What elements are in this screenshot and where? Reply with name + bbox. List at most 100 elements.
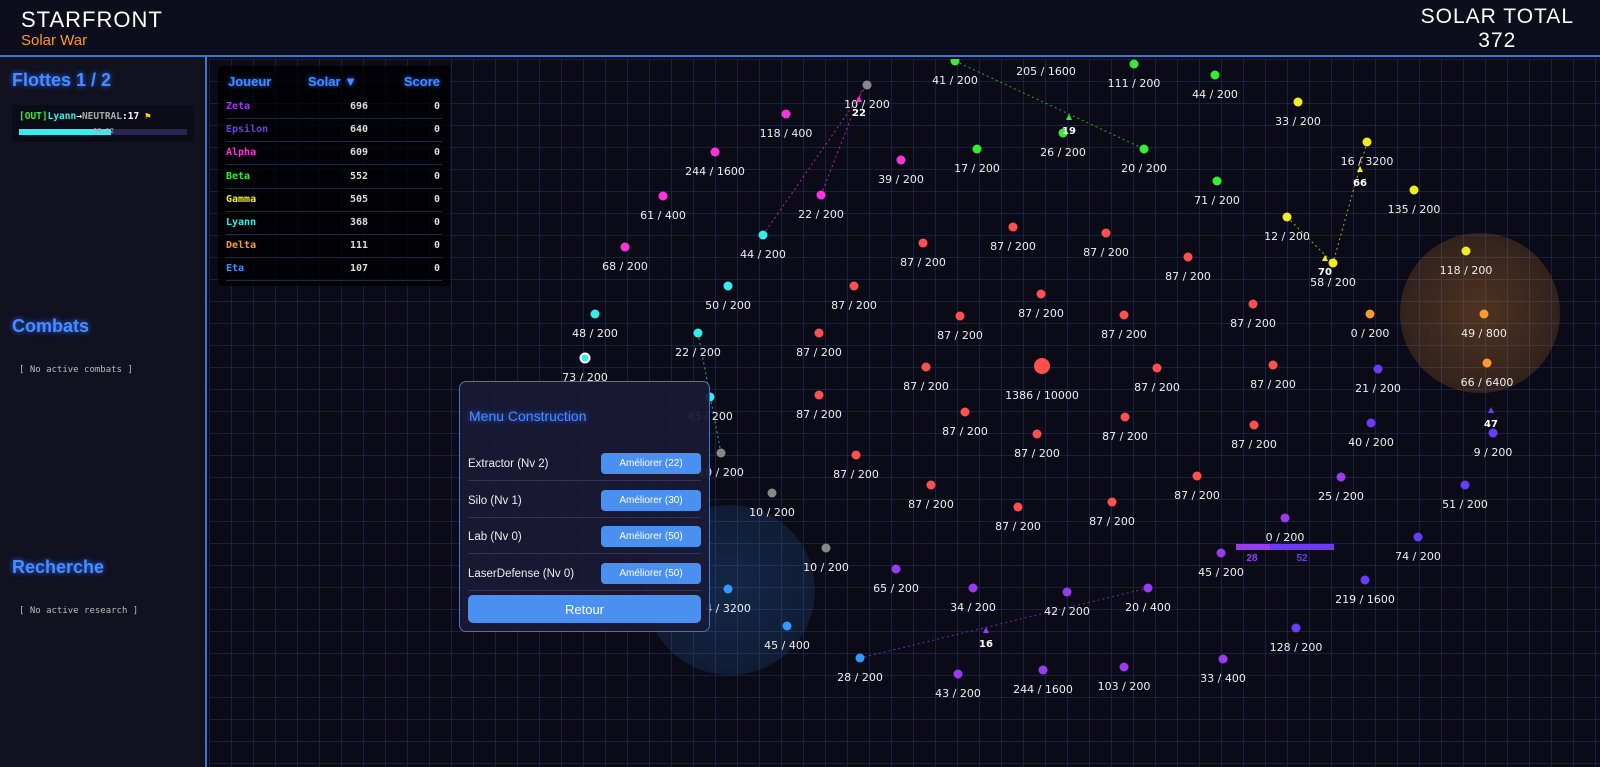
planet[interactable] — [1183, 252, 1193, 262]
planet[interactable] — [1268, 360, 1278, 370]
planet[interactable] — [1152, 363, 1162, 373]
planet-label: 244 / 1600 — [685, 165, 745, 178]
planet[interactable] — [816, 190, 826, 200]
planet-label: 111 / 200 — [1108, 77, 1161, 90]
planet[interactable] — [1409, 185, 1419, 195]
planet[interactable] — [1120, 412, 1130, 422]
planet[interactable] — [968, 583, 978, 593]
planet[interactable] — [855, 653, 865, 663]
planet[interactable] — [1107, 497, 1117, 507]
planet[interactable] — [1008, 222, 1018, 232]
fleet-count[interactable]: 66 — [1353, 178, 1367, 189]
planet[interactable] — [1013, 502, 1023, 512]
fleet-count[interactable]: 22 — [852, 108, 866, 119]
planet[interactable] — [1139, 144, 1149, 154]
planet[interactable] — [926, 480, 936, 490]
planet[interactable] — [1192, 471, 1202, 481]
planet[interactable] — [814, 390, 824, 400]
planet[interactable] — [579, 352, 591, 364]
planet[interactable] — [782, 621, 792, 631]
planet[interactable] — [1210, 70, 1220, 80]
planet[interactable] — [1336, 472, 1346, 482]
planet[interactable] — [851, 450, 861, 460]
planet[interactable] — [710, 147, 720, 157]
planet[interactable] — [590, 309, 600, 319]
planet[interactable] — [1413, 532, 1423, 542]
fleet-to: NEUTRAL — [81, 111, 122, 122]
planet[interactable] — [1119, 662, 1129, 672]
planet[interactable] — [1212, 176, 1222, 186]
planet[interactable] — [620, 242, 630, 252]
planet[interactable] — [955, 311, 965, 321]
planet[interactable] — [1280, 513, 1290, 523]
planet[interactable] — [716, 448, 726, 458]
header-score[interactable]: Score — [404, 74, 440, 89]
upgrade-button[interactable]: Améliorer (50) — [601, 526, 701, 547]
planet[interactable] — [891, 564, 901, 574]
planet[interactable] — [1218, 654, 1228, 664]
fleet-count[interactable]: 19 — [1062, 126, 1076, 137]
planet[interactable] — [1143, 583, 1153, 593]
planet[interactable] — [1248, 299, 1258, 309]
fleet-from: Lyann — [47, 111, 77, 122]
planet[interactable] — [1293, 97, 1303, 107]
planet[interactable] — [758, 230, 768, 240]
planet[interactable] — [1249, 420, 1259, 430]
back-button[interactable]: Retour — [468, 595, 701, 623]
fleet-count[interactable]: 47 — [1484, 419, 1498, 430]
planet[interactable] — [1036, 289, 1046, 299]
planet[interactable] — [1282, 212, 1292, 222]
planet[interactable] — [849, 281, 859, 291]
planet[interactable] — [658, 191, 668, 201]
planet-label: 44 / 200 — [1192, 88, 1238, 101]
planet[interactable] — [950, 59, 960, 66]
planet-label: 12 / 200 — [1264, 230, 1310, 243]
planet[interactable] — [1360, 575, 1370, 585]
upgrade-button[interactable]: Améliorer (50) — [601, 562, 701, 584]
upgrade-button[interactable]: Améliorer (30) — [601, 489, 701, 511]
planet[interactable] — [1373, 364, 1383, 374]
game-subtitle: Solar War — [21, 32, 88, 49]
planet[interactable] — [1119, 310, 1129, 320]
planet[interactable] — [1038, 665, 1048, 675]
planet[interactable] — [1479, 309, 1489, 319]
planet[interactable] — [781, 109, 791, 119]
planet[interactable] — [1482, 358, 1492, 368]
planet[interactable] — [1034, 358, 1050, 374]
planet-label: 9 / 200 — [1474, 446, 1513, 459]
planet[interactable] — [918, 238, 928, 248]
planet[interactable] — [896, 155, 906, 165]
planet[interactable] — [972, 144, 982, 154]
planet[interactable] — [1365, 309, 1375, 319]
fleet-count[interactable]: 70 — [1318, 267, 1332, 278]
planet[interactable] — [1461, 246, 1471, 256]
planet[interactable] — [862, 80, 872, 90]
planet[interactable] — [1366, 418, 1376, 428]
planet[interactable] — [1129, 59, 1139, 69]
upgrade-button[interactable]: Améliorer (22) — [601, 453, 701, 474]
fleet-count[interactable]: 16 — [979, 639, 993, 650]
planet[interactable] — [953, 669, 963, 679]
planet[interactable] — [1291, 623, 1301, 633]
header-solar[interactable]: Solar ▼ — [308, 74, 357, 89]
planet[interactable] — [767, 488, 777, 498]
planet[interactable] — [960, 407, 970, 417]
header-player[interactable]: Joueur — [228, 74, 271, 89]
planet[interactable] — [921, 362, 931, 372]
fleet-item[interactable]: [OUT]Lyann→NEUTRAL:17 ⚑ 00:12 — [12, 105, 194, 142]
planet[interactable] — [723, 281, 733, 291]
planet-label: 87 / 200 — [1230, 317, 1276, 330]
planet[interactable] — [1460, 480, 1470, 490]
planet[interactable] — [723, 584, 733, 594]
planet[interactable] — [693, 328, 703, 338]
planet[interactable] — [814, 328, 824, 338]
planet[interactable] — [1062, 587, 1072, 597]
planet-label: 43 / 200 — [935, 687, 981, 700]
planet-label: 66 / 6400 — [1461, 376, 1514, 389]
planet[interactable] — [1216, 548, 1226, 558]
planet[interactable] — [1362, 137, 1372, 147]
planet[interactable] — [1032, 429, 1042, 439]
planet[interactable] — [821, 543, 831, 553]
player-name: Eta — [226, 263, 245, 275]
planet[interactable] — [1101, 228, 1111, 238]
